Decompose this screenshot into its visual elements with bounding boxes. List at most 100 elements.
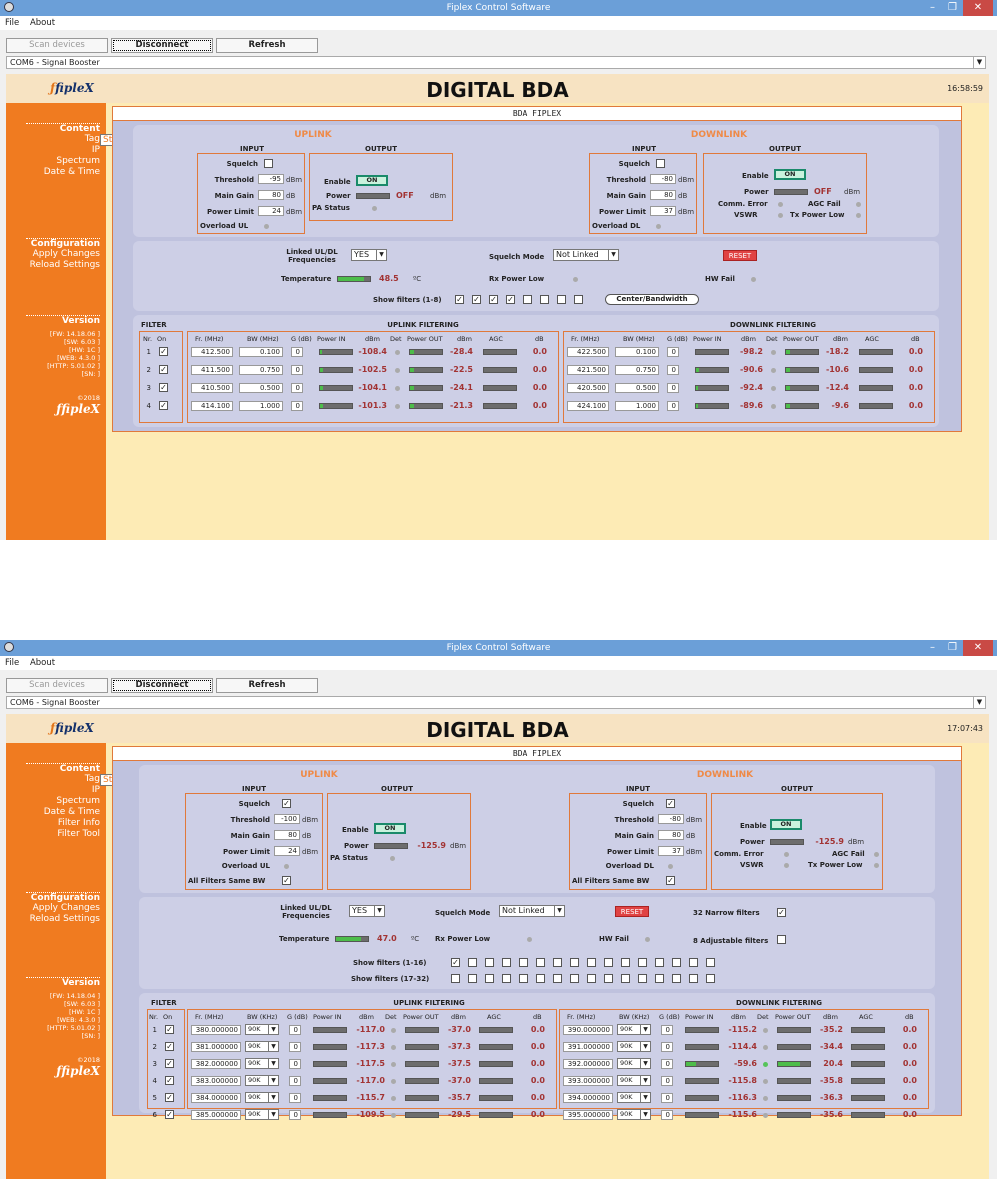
show-filter-26-checkbox[interactable] xyxy=(604,974,613,983)
show-filter-22-checkbox[interactable] xyxy=(536,974,545,983)
show-filter-19-checkbox[interactable] xyxy=(485,974,494,983)
dl-gain-input[interactable]: 0 xyxy=(661,1110,673,1120)
dl-bandwidth-input[interactable]: 0.500 xyxy=(615,383,659,393)
scan-devices-button[interactable]: Scan devices xyxy=(6,38,108,53)
ul-bandwidth-select[interactable]: 90K ▼ xyxy=(245,1092,279,1103)
adjustable-filters-checkbox[interactable] xyxy=(777,935,786,944)
dl-enable-button[interactable]: ON xyxy=(770,819,802,830)
sidebar-item-apply-changes[interactable]: Apply Changes xyxy=(6,249,100,260)
dl-bandwidth-select[interactable]: 90K ▼ xyxy=(617,1092,651,1103)
filter-on-checkbox[interactable]: ✓ xyxy=(165,1093,174,1102)
minimize-icon[interactable]: – xyxy=(930,640,935,656)
com-port-select[interactable]: COM6 - Signal Booster ▼ xyxy=(6,696,986,709)
close-icon[interactable]: ✕ xyxy=(963,0,993,16)
show-filter-6-checkbox[interactable] xyxy=(536,958,545,967)
ul-all-same-bw-checkbox[interactable]: ✓ xyxy=(282,876,291,885)
show-filter-29-checkbox[interactable] xyxy=(655,974,664,983)
dl-frequency-input[interactable]: 424.100 xyxy=(567,401,609,411)
ul-frequency-input[interactable]: 414.100 xyxy=(191,401,233,411)
ul-bandwidth-select[interactable]: 90K ▼ xyxy=(245,1058,279,1069)
dl-squelch-checkbox[interactable]: ✓ xyxy=(666,799,675,808)
ul-gain-input[interactable]: 0 xyxy=(289,1110,301,1120)
show-filter-5-checkbox[interactable] xyxy=(519,958,528,967)
dl-bandwidth-select[interactable]: 90K ▼ xyxy=(617,1109,651,1120)
reset-button[interactable]: RESET xyxy=(615,906,649,917)
dl-gain-input[interactable]: 0 xyxy=(667,401,679,411)
dl-main-gain-input[interactable]: 80 xyxy=(658,830,684,840)
show-filter-2-checkbox[interactable] xyxy=(468,958,477,967)
dl-gain-input[interactable]: 0 xyxy=(661,1093,673,1103)
dl-power-limit-input[interactable]: 37 xyxy=(658,846,684,856)
scan-devices-button[interactable]: Scan devices xyxy=(6,678,108,693)
show-filter-4-checkbox[interactable] xyxy=(502,958,511,967)
ul-gain-input[interactable]: 0 xyxy=(289,1076,301,1086)
ul-power-limit-input[interactable]: 24 xyxy=(258,206,284,216)
filter-on-checkbox[interactable]: ✓ xyxy=(159,347,168,356)
ul-bandwidth-select[interactable]: 90K ▼ xyxy=(245,1075,279,1086)
show-filter-21-checkbox[interactable] xyxy=(519,974,528,983)
show-filter-1-checkbox[interactable]: ✓ xyxy=(455,295,464,304)
filter-on-checkbox[interactable]: ✓ xyxy=(165,1042,174,1051)
dl-enable-button[interactable]: ON xyxy=(774,169,806,180)
dl-frequency-input[interactable]: 393.000000 xyxy=(563,1076,613,1086)
sidebar-item-filter-tool[interactable]: Filter Tool xyxy=(6,829,100,840)
dl-frequency-input[interactable]: 394.000000 xyxy=(563,1093,613,1103)
dl-gain-input[interactable]: 0 xyxy=(667,365,679,375)
ul-bandwidth-select[interactable]: 90K ▼ xyxy=(245,1041,279,1052)
dl-bandwidth-select[interactable]: 90K ▼ xyxy=(617,1024,651,1035)
chevron-down-icon[interactable]: ▼ xyxy=(973,57,985,68)
dl-frequency-input[interactable]: 422.500 xyxy=(567,347,609,357)
ul-main-gain-input[interactable]: 80 xyxy=(274,830,300,840)
squelch-mode-select[interactable]: Not Linked ▼ xyxy=(499,905,565,917)
ul-frequency-input[interactable]: 385.000000 xyxy=(191,1110,241,1120)
ul-bandwidth-select[interactable]: 90K ▼ xyxy=(245,1024,279,1035)
ul-gain-input[interactable]: 0 xyxy=(291,365,303,375)
show-filter-13-checkbox[interactable] xyxy=(655,958,664,967)
dl-main-gain-input[interactable]: 80 xyxy=(650,190,676,200)
ul-frequency-input[interactable]: 381.000000 xyxy=(191,1042,241,1052)
maximize-icon[interactable]: ❐ xyxy=(948,0,957,16)
ul-frequency-input[interactable]: 412.500 xyxy=(191,347,233,357)
menu-about[interactable]: About xyxy=(30,658,55,668)
menu-about[interactable]: About xyxy=(30,18,55,28)
show-filter-6-checkbox[interactable] xyxy=(540,295,549,304)
show-filter-8-checkbox[interactable] xyxy=(574,295,583,304)
ul-squelch-checkbox[interactable] xyxy=(264,159,273,168)
sidebar-item-spectrum[interactable]: Spectrum xyxy=(6,156,100,167)
ul-frequency-input[interactable]: 380.000000 xyxy=(191,1025,241,1035)
dl-threshold-input[interactable]: -80 xyxy=(658,814,684,824)
filter-on-checkbox[interactable]: ✓ xyxy=(165,1110,174,1119)
show-filter-30-checkbox[interactable] xyxy=(672,974,681,983)
ul-bandwidth-select[interactable]: 90K ▼ xyxy=(245,1109,279,1120)
show-filter-3-checkbox[interactable] xyxy=(485,958,494,967)
show-filter-3-checkbox[interactable]: ✓ xyxy=(489,295,498,304)
dl-gain-input[interactable]: 0 xyxy=(667,383,679,393)
dl-all-same-bw-checkbox[interactable]: ✓ xyxy=(666,876,675,885)
ul-gain-input[interactable]: 0 xyxy=(291,347,303,357)
show-filter-17-checkbox[interactable] xyxy=(451,974,460,983)
refresh-button[interactable]: Refresh xyxy=(216,38,318,53)
minimize-icon[interactable]: – xyxy=(930,0,935,16)
ul-gain-input[interactable]: 0 xyxy=(289,1093,301,1103)
dl-bandwidth-select[interactable]: 90K ▼ xyxy=(617,1075,651,1086)
dl-bandwidth-select[interactable]: 90K ▼ xyxy=(617,1041,651,1052)
ul-gain-input[interactable]: 0 xyxy=(289,1059,301,1069)
show-filter-10-checkbox[interactable] xyxy=(604,958,613,967)
ul-frequency-input[interactable]: 410.500 xyxy=(191,383,233,393)
refresh-button[interactable]: Refresh xyxy=(216,678,318,693)
dl-frequency-input[interactable]: 420.500 xyxy=(567,383,609,393)
show-filter-1-checkbox[interactable]: ✓ xyxy=(451,958,460,967)
dl-gain-input[interactable]: 0 xyxy=(667,347,679,357)
ul-threshold-input[interactable]: -100 xyxy=(274,814,300,824)
ul-power-limit-input[interactable]: 24 xyxy=(274,846,300,856)
menu-file[interactable]: File xyxy=(5,658,19,668)
sidebar-item-spectrum[interactable]: Spectrum xyxy=(6,796,100,807)
disconnect-button[interactable]: Disconnect xyxy=(111,678,213,693)
show-filter-27-checkbox[interactable] xyxy=(621,974,630,983)
show-filter-7-checkbox[interactable] xyxy=(553,958,562,967)
sidebar-item-tag[interactable]: Tag xyxy=(6,774,100,785)
show-filter-11-checkbox[interactable] xyxy=(621,958,630,967)
sidebar-item-date-time[interactable]: Date & Time xyxy=(6,167,100,178)
ul-threshold-input[interactable]: -95 xyxy=(258,174,284,184)
filter-on-checkbox[interactable]: ✓ xyxy=(159,365,168,374)
